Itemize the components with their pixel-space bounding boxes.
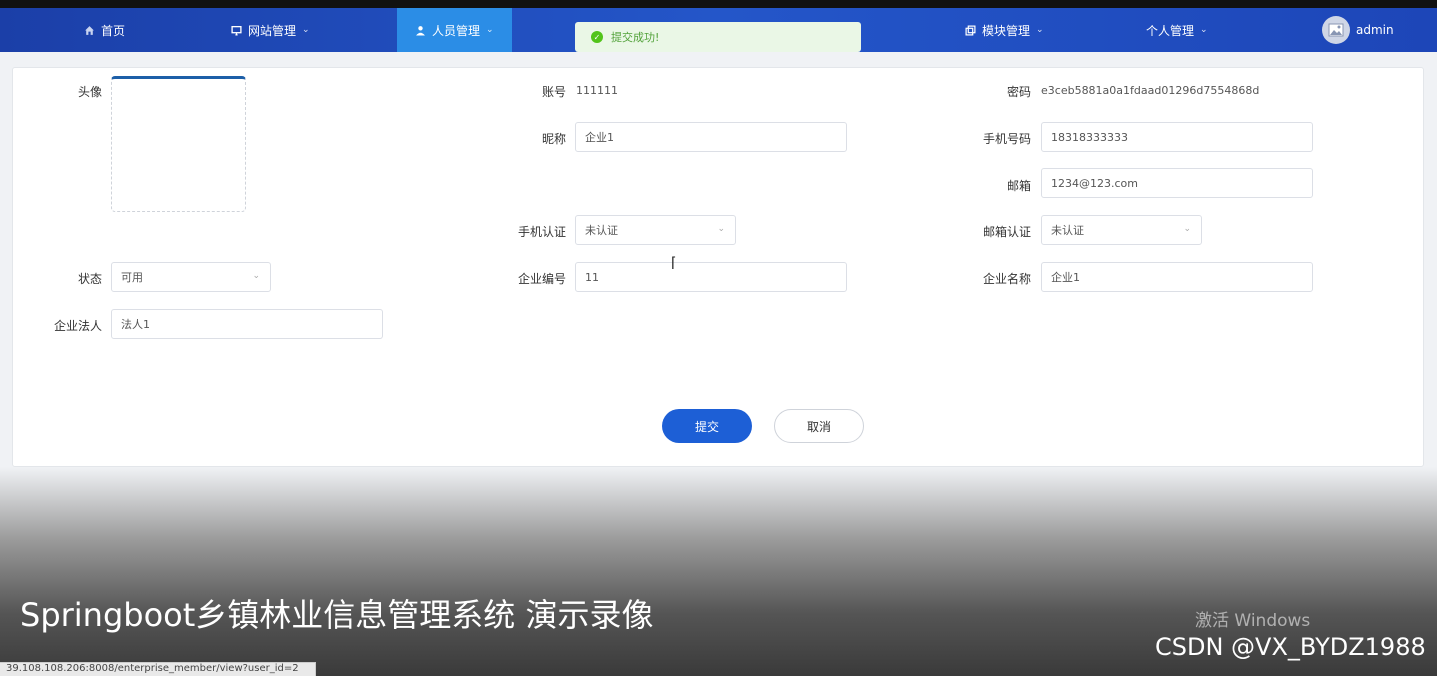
status-value: 可用 bbox=[121, 271, 143, 284]
email-input[interactable]: 1234@123.com bbox=[1041, 168, 1313, 198]
user-icon bbox=[416, 25, 425, 35]
status-select[interactable]: 可用 ⌄ bbox=[111, 262, 271, 292]
nav-module-management[interactable]: 模块管理 ⌄ bbox=[965, 8, 1044, 52]
chevron-down-icon: ⌄ bbox=[1183, 224, 1191, 234]
password-value: e3ceb5881a0a1fdaad01296d7554868d bbox=[1041, 84, 1260, 97]
video-caption: Springboot乡镇林业信息管理系统 演示录像 bbox=[20, 596, 654, 634]
account-value: 111111 bbox=[576, 84, 618, 97]
email-verify-select[interactable]: 未认证 ⌄ bbox=[1041, 215, 1202, 245]
nav-site-management[interactable]: 网站管理 ⌄ bbox=[231, 8, 310, 52]
company-name-input[interactable]: 企业1 bbox=[1041, 262, 1313, 292]
email-verify-label: 邮箱认证 bbox=[982, 225, 1031, 239]
csdn-watermark: CSDN @VX_BYDZ1988 bbox=[1155, 633, 1426, 661]
success-toast: ✓ 提交成功! bbox=[575, 22, 861, 52]
avatar bbox=[1322, 16, 1350, 44]
chevron-down-icon: ⌄ bbox=[486, 25, 494, 35]
home-icon bbox=[85, 25, 94, 35]
nickname-input[interactable]: 企业1 bbox=[575, 122, 847, 152]
email-label: 邮箱 bbox=[1006, 179, 1031, 193]
password-label: 密码 bbox=[1006, 85, 1031, 99]
status-label: 状态 bbox=[77, 272, 102, 286]
chevron-down-icon: ⌄ bbox=[1200, 25, 1208, 35]
phone-label: 手机号码 bbox=[982, 132, 1031, 146]
check-circle-icon: ✓ bbox=[591, 31, 603, 43]
company-no-label: 企业编号 bbox=[517, 272, 566, 286]
window-top-strip bbox=[0, 0, 1437, 8]
nav-personal-management[interactable]: 个人管理 ⌄ bbox=[1146, 8, 1208, 52]
copy-icon bbox=[965, 24, 976, 36]
avatar-label: 头像 bbox=[77, 85, 102, 99]
nav-site-management-label: 网站管理 bbox=[248, 23, 297, 38]
browser-status-url: 39.108.108.206:8008/enterprise_member/vi… bbox=[0, 662, 316, 676]
chevron-down-icon: ⌄ bbox=[1036, 25, 1044, 35]
chevron-down-icon: ⌄ bbox=[717, 224, 725, 234]
chevron-down-icon: ⌄ bbox=[252, 271, 260, 281]
monitor-icon bbox=[231, 25, 242, 36]
windows-activation-text: 激活 Windows bbox=[1195, 611, 1311, 631]
nav-people-management[interactable]: 人员管理 ⌄ bbox=[397, 8, 512, 52]
image-icon bbox=[1328, 23, 1344, 37]
account-label: 账号 bbox=[541, 85, 566, 99]
phone-input[interactable]: 18318333333 bbox=[1041, 122, 1313, 152]
phone-verify-value: 未认证 bbox=[585, 224, 618, 237]
nickname-label: 昵称 bbox=[541, 132, 566, 146]
nav-people-management-label: 人员管理 bbox=[432, 23, 481, 38]
user-menu[interactable]: admin bbox=[1322, 8, 1394, 52]
toast-message: 提交成功! bbox=[611, 31, 660, 44]
legal-person-input[interactable]: 法人1 bbox=[111, 309, 383, 339]
company-name-label: 企业名称 bbox=[982, 272, 1031, 286]
cancel-button[interactable]: 取消 bbox=[774, 409, 864, 443]
nav-personal-management-label: 个人管理 bbox=[1146, 23, 1195, 38]
email-verify-value: 未认证 bbox=[1051, 224, 1084, 237]
chevron-down-icon: ⌄ bbox=[302, 25, 310, 35]
nav-module-management-label: 模块管理 bbox=[982, 23, 1031, 38]
phone-verify-select[interactable]: 未认证 ⌄ bbox=[575, 215, 736, 245]
text-cursor-icon: ⌈ bbox=[671, 255, 677, 271]
submit-button[interactable]: 提交 bbox=[662, 409, 752, 443]
company-no-input[interactable]: 11 bbox=[575, 262, 847, 292]
phone-verify-label: 手机认证 bbox=[517, 225, 566, 239]
avatar-upload[interactable] bbox=[111, 76, 246, 212]
username: admin bbox=[1356, 23, 1394, 37]
nav-home[interactable]: 首页 bbox=[84, 8, 125, 52]
nav-home-label: 首页 bbox=[101, 23, 126, 38]
legal-person-label: 企业法人 bbox=[53, 319, 102, 333]
